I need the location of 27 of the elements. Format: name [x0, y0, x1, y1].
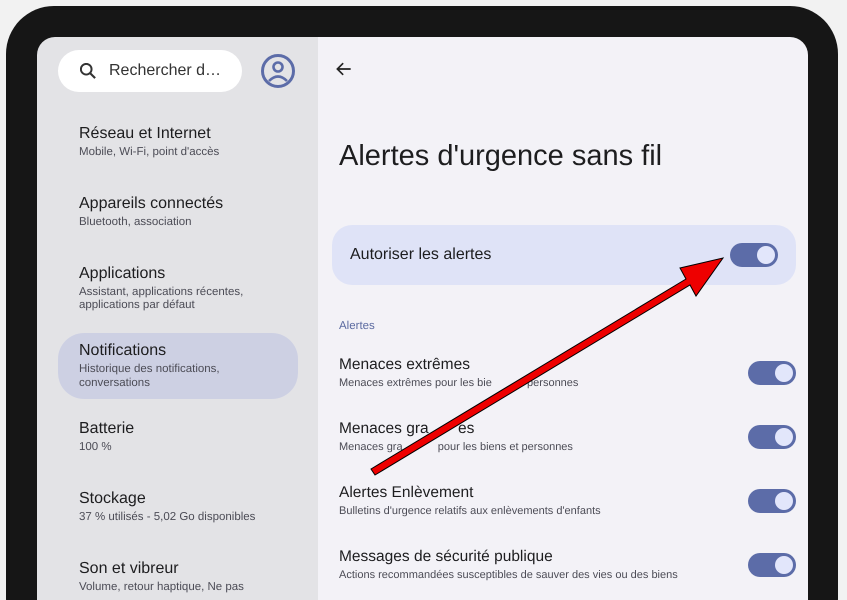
- sidebar-item[interactable]: Notifications Historique des notifications, conversations: [58, 333, 298, 399]
- search-field[interactable]: Rechercher d…: [58, 50, 242, 92]
- sidebar-item[interactable]: Batterie 100 %: [58, 410, 298, 469]
- sidebar-item[interactable]: Applications Assistant, applications récentes, applications par défaut: [58, 256, 298, 322]
- page-title: Alertes d'urgence sans fil: [339, 140, 664, 173]
- main-toggle-card[interactable]: Autoriser les alertes: [332, 225, 796, 285]
- toggle-label: Autoriser les alertes: [350, 246, 492, 264]
- toggle-switch[interactable]: [748, 360, 796, 384]
- toggle-switch[interactable]: [748, 488, 796, 512]
- setting-title: Messages de sécurité publique: [339, 548, 554, 566]
- account-icon[interactable]: [260, 53, 296, 89]
- section-header: Alertes: [339, 320, 376, 332]
- sidebar-item[interactable]: Réseau et Internet Mobile, Wi-Fi, point d'accès: [58, 116, 298, 174]
- setting-description: Bulletins d'urgence relatifs aux enlèvements d'enfants: [339, 505, 601, 517]
- setting-description: Menaces extrêmes pour les bie personnes: [339, 377, 578, 389]
- setting-title: Alertes Enlèvement: [339, 484, 474, 502]
- toggle-switch[interactable]: [730, 243, 778, 267]
- search-icon: [80, 63, 96, 79]
- toggle-switch[interactable]: [748, 424, 796, 448]
- setting-title: Menaces extrêmes: [339, 356, 471, 374]
- sidebar-item[interactable]: Son et vibreur Volume, retour haptique, Ne pas: [58, 550, 298, 600]
- sidebar-item[interactable]: Stockage 37 % utilisés - 5,02 Go disponibles: [58, 480, 298, 539]
- toggle-switch[interactable]: [748, 552, 796, 576]
- setting-description: Actions recommandées susceptibles de sauver des vies ou des biens: [339, 569, 678, 581]
- setting-description: Menaces gra pour les biens et personnes: [339, 441, 573, 453]
- sidebar-item[interactable]: Appareils connectés Bluetooth, association: [58, 186, 298, 244]
- setting-title: Menaces gra es: [339, 420, 476, 438]
